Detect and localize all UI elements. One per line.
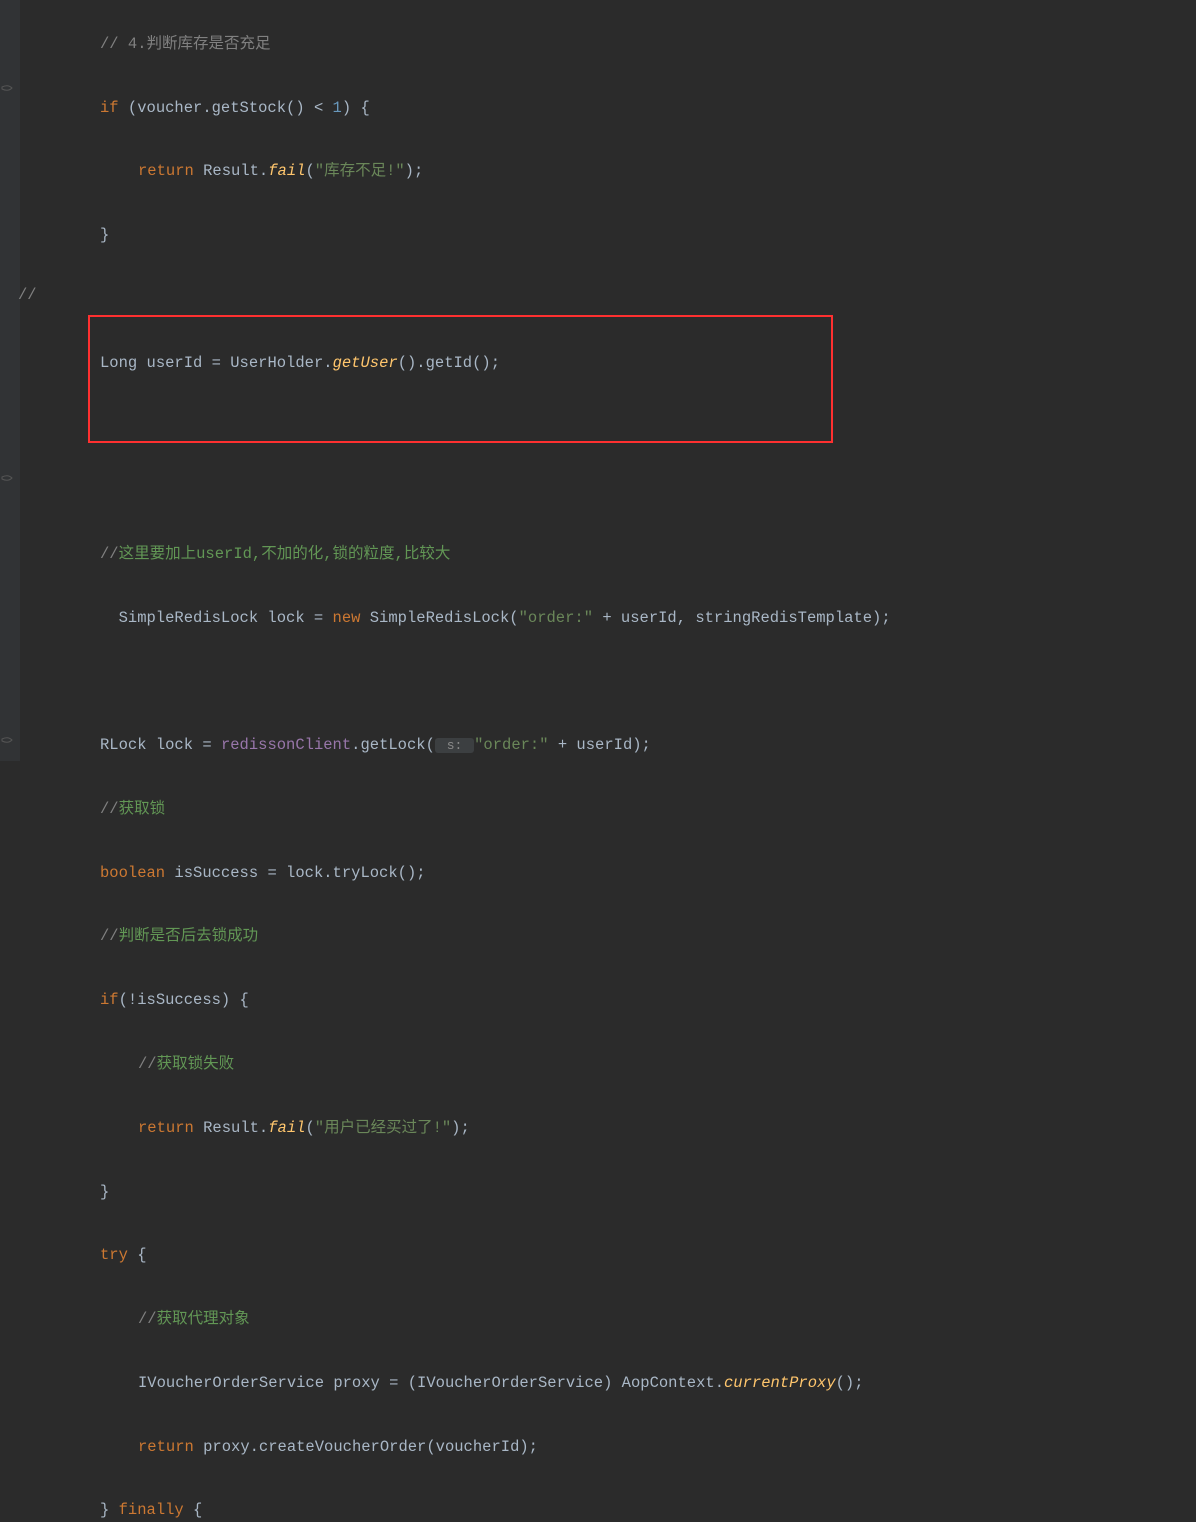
blank-line[interactable] [30,410,891,442]
code-line[interactable]: return proxy.createVoucherOrder(voucherI… [30,1431,891,1463]
code-line[interactable]: return Result.fail("库存不足!"); [30,155,891,187]
code-line[interactable]: } [30,1176,891,1208]
code-line[interactable]: } [30,219,891,251]
code-line[interactable]: if (voucher.getStock() < 1) { [30,92,891,124]
code-line[interactable]: //这里要加上userId,不加的化,锁的粒度,比较大 [30,538,891,570]
blank-line[interactable] [30,665,891,697]
comment-text: // 4.判断库存是否充足 [100,35,271,53]
blank-line[interactable] [30,474,891,506]
code-line[interactable]: RLock lock = redissonClient.getLock( s: … [30,729,891,761]
gutter-method-hint-icon [0,84,20,98]
code-line[interactable]: // 4.判断库存是否充足 [30,28,891,60]
code-line[interactable]: IVoucherOrderService proxy = (IVoucherOr… [30,1367,891,1399]
code-line[interactable]: //获取锁 [30,793,891,825]
gutter-method-hint-icon [0,736,20,750]
code-line[interactable]: boolean isSuccess = lock.tryLock(); [30,857,891,889]
code-line[interactable]: if(!isSuccess) { [30,984,891,1016]
blank-line[interactable] [30,283,891,315]
parameter-hint: s: [435,738,474,753]
code-line[interactable]: SimpleRedisLock lock = new SimpleRedisLo… [30,602,891,634]
code-line[interactable]: //获取锁失败 [30,1048,891,1080]
gutter-method-hint-icon [0,474,20,488]
code-line[interactable]: //获取代理对象 [30,1303,891,1335]
editor-gutter [0,0,20,761]
code-line[interactable]: Long userId = UserHolder.getUser().getId… [30,347,891,379]
code-line[interactable]: return Result.fail("用户已经买过了!"); [30,1112,891,1144]
code-line[interactable]: } finally { [30,1494,891,1522]
code-line[interactable]: try { [30,1239,891,1271]
code-editor-content[interactable]: // 4.判断库存是否充足 if (voucher.getStock() < 1… [30,0,891,1522]
code-line[interactable]: //判断是否后去锁成功 [30,920,891,952]
